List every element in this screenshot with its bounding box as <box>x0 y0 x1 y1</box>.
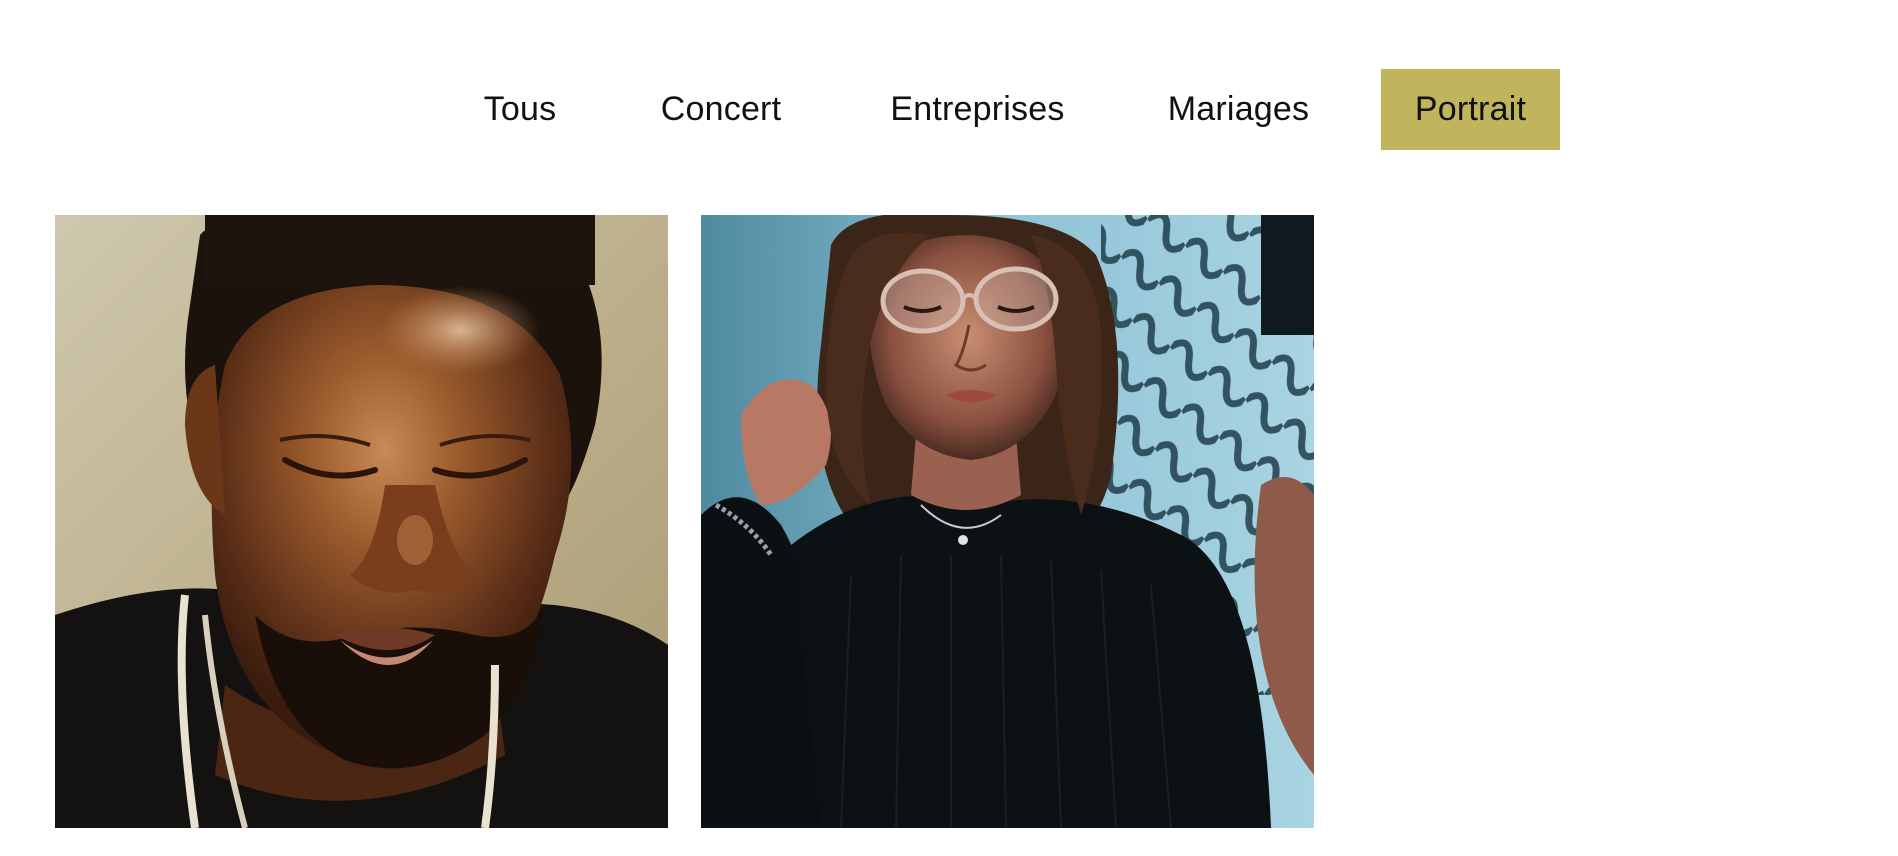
portrait-woman-image <box>701 215 1314 828</box>
filter-portrait[interactable]: Portrait <box>1381 69 1560 150</box>
portfolio-filter-bar: Tous Concert Entreprises Mariages Portra… <box>0 69 1898 150</box>
portfolio-gallery <box>55 215 1355 828</box>
filter-concert[interactable]: Concert <box>641 69 801 150</box>
filter-tous[interactable]: Tous <box>463 69 577 150</box>
portrait-man-image <box>55 215 668 828</box>
gallery-photo-portrait-woman[interactable] <box>701 215 1314 828</box>
gallery-photo-portrait-man[interactable] <box>55 215 668 828</box>
filter-entreprises[interactable]: Entreprises <box>870 69 1085 150</box>
filter-mariages[interactable]: Mariages <box>1150 69 1327 150</box>
